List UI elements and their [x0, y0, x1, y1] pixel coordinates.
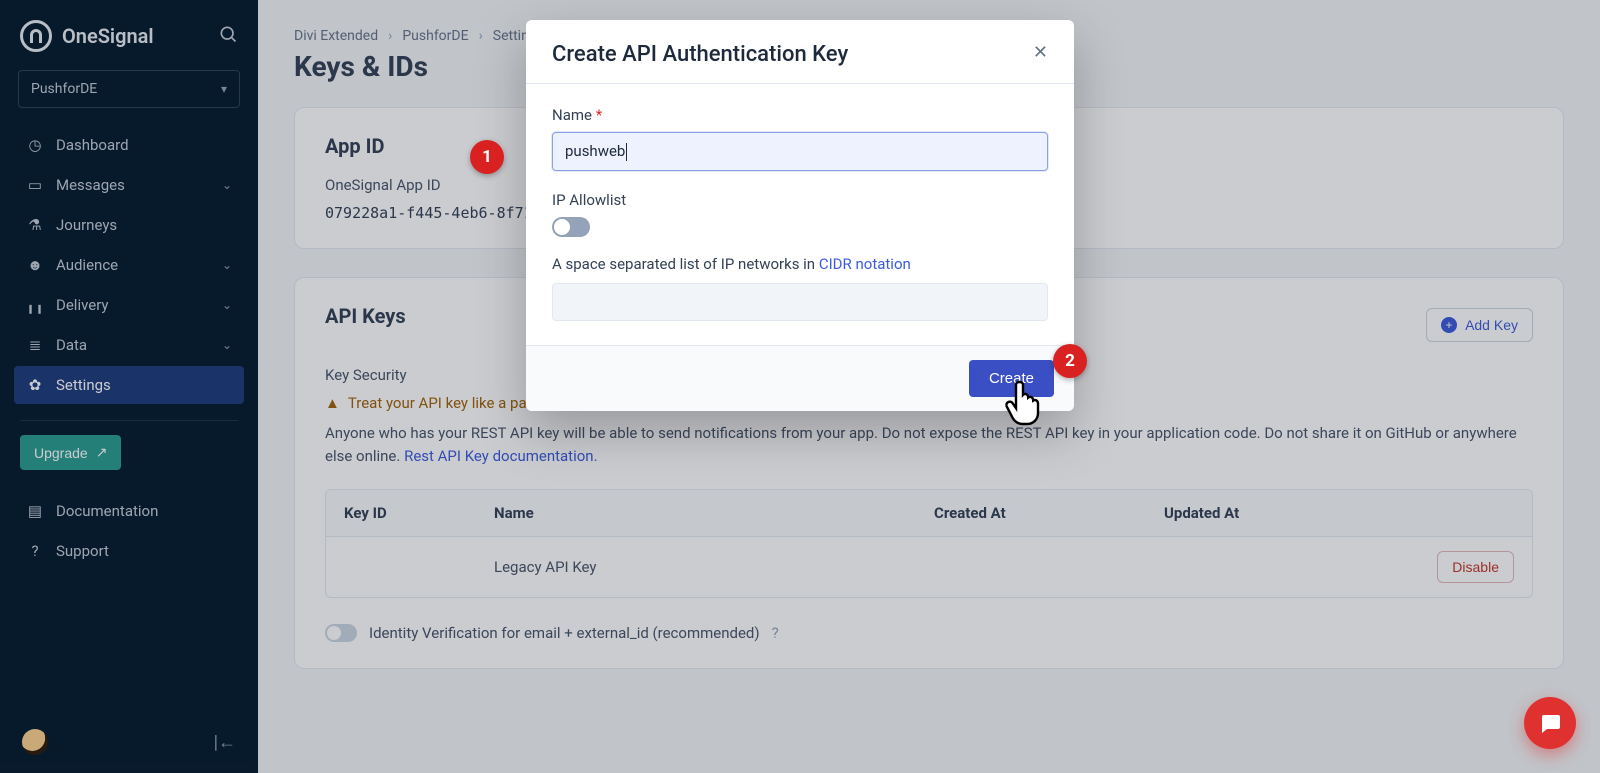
allowlist-hint: A space separated list of IP networks in… — [552, 255, 1048, 273]
modal-title: Create API Authentication Key — [552, 42, 848, 67]
text-caret — [626, 143, 627, 161]
create-api-key-modal: Create API Authentication Key ✕ Name * p… — [526, 20, 1074, 411]
callout-2: 2 — [1053, 344, 1087, 378]
allowlist-toggle[interactable] — [552, 217, 590, 237]
name-label: Name * — [552, 106, 1048, 124]
help-fab[interactable] — [1524, 697, 1576, 749]
modal-overlay[interactable]: Create API Authentication Key ✕ Name * p… — [0, 0, 1600, 773]
chat-icon — [1538, 711, 1562, 735]
cidr-link[interactable]: CIDR notation — [819, 255, 911, 273]
name-input-value: pushweb — [565, 142, 625, 160]
cursor-hand-icon — [1004, 376, 1048, 432]
allowlist-input — [552, 283, 1048, 321]
allowlist-label: IP Allowlist — [552, 191, 1048, 209]
required-asterisk: * — [596, 106, 602, 124]
close-icon: ✕ — [1033, 42, 1048, 62]
callout-1: 1 — [470, 140, 504, 174]
modal-close-button[interactable]: ✕ — [1033, 42, 1048, 63]
name-input[interactable]: pushweb — [552, 132, 1048, 171]
